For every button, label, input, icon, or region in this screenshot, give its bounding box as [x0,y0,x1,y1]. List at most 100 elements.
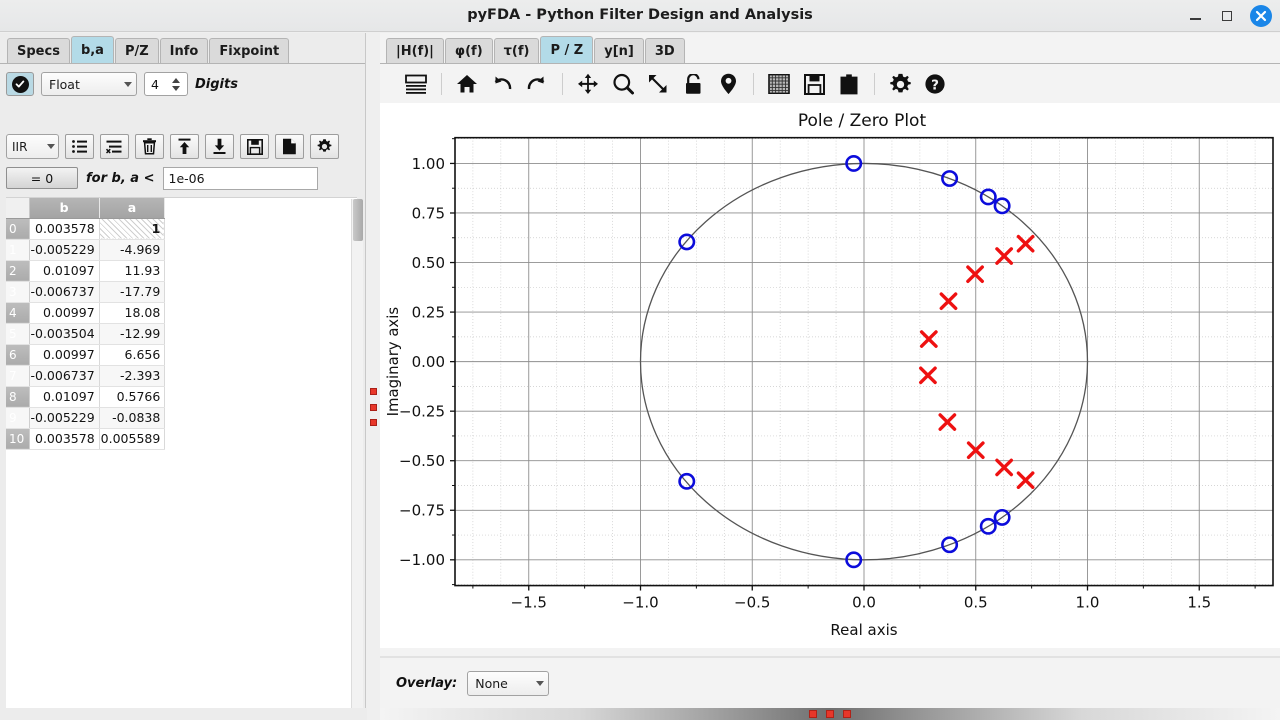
cell-b[interactable]: 0.003578 [29,428,100,450]
cell-a[interactable]: 0.5766 [99,386,166,408]
cell-b[interactable]: 0.003578 [29,218,100,240]
cell-b[interactable]: 0.00997 [29,344,100,366]
cell-a[interactable]: -0.0838 [99,407,166,429]
copy-file-button[interactable] [275,134,304,159]
tab-specs[interactable]: Specs [7,38,70,63]
cell-a[interactable]: -2.393 [99,365,166,387]
row-index: 7 [6,365,30,387]
cell-a[interactable]: -12.99 [99,323,166,345]
cell-b[interactable]: 0.00997 [29,302,100,324]
table-row[interactable]: 7 -0.006737 -2.393 [6,365,166,387]
table-row[interactable]: 6 0.00997 6.656 [6,344,166,366]
tab-ba[interactable]: b,a [70,36,114,63]
tab-info[interactable]: Info [159,38,209,63]
cell-a[interactable]: 1 [99,218,166,240]
save-to-button[interactable] [205,134,234,159]
right-panel: |H(f)| φ(f) τ(f) P / Z y[n] 3D ? Pole / … [380,33,1280,708]
toolbar-separator [874,73,875,95]
table-row[interactable]: 10 0.003578 0.005589 [6,428,166,450]
tab-group-delay-label: τ(f) [503,43,530,59]
pan-button[interactable] [574,69,602,99]
table-scrollbar[interactable] [351,199,363,714]
zoom-button[interactable] [609,69,637,99]
table-scrollbar-thumb[interactable] [353,199,363,241]
filter-type-select[interactable]: IIR [6,134,59,159]
vertical-splitter-grip[interactable] [370,388,377,426]
tab-impulse[interactable]: y[n] [594,38,644,63]
cell-b[interactable]: -0.006737 [29,365,100,387]
cell-a[interactable]: -4.969 [99,239,166,261]
table-row[interactable]: 4 0.00997 18.08 [6,302,166,324]
digits-stepper[interactable]: 4 [144,72,188,96]
clear-table-button[interactable] [135,134,164,159]
cell-b[interactable]: -0.003504 [29,323,100,345]
zero-threshold-value: 1e-06 [168,170,205,186]
table-row[interactable]: 5 -0.003504 -12.99 [6,323,166,345]
home-button[interactable] [453,69,481,99]
lock-icon [685,73,700,94]
tab-group-delay[interactable]: τ(f) [493,38,540,63]
pole-zero-plot[interactable]: Pole / Zero Plot −1.5 −1.0 −0.5 0.0 0.5 1.0 1.… [380,103,1280,648]
table-row[interactable]: 9 -0.005229 -0.0838 [6,407,166,429]
zoom-to-rect-button[interactable] [644,69,672,99]
tab-phase[interactable]: φ(f) [444,38,493,63]
digits-label: Digits [195,76,238,92]
table-row[interactable]: 3 -0.006737 -17.79 [6,281,166,303]
cell-a[interactable]: 11.93 [99,260,166,282]
table-row[interactable]: 8 0.01097 0.5766 [6,386,166,408]
number-format-select[interactable]: Float [41,72,137,96]
set-zero-button[interactable]: = 0 [6,167,78,189]
minimize-button[interactable] [1186,7,1204,25]
zero-threshold-input[interactable]: 1e-06 [162,166,318,190]
cell-a[interactable]: -17.79 [99,281,166,303]
marker-button[interactable] [714,69,742,99]
table-row[interactable]: 1 -0.005229 -4.969 [6,239,166,261]
cell-a[interactable]: 18.08 [99,302,166,324]
save-figure-button[interactable] [800,69,828,99]
load-from-button[interactable] [170,134,199,159]
cell-b[interactable]: -0.005229 [29,239,100,261]
enable-toggle-button[interactable] [6,72,34,96]
tab-fixpoint[interactable]: Fixpoint [209,38,290,63]
forward-button[interactable] [523,69,551,99]
help-button[interactable]: ? [921,69,949,99]
delete-row-button[interactable] [100,134,129,159]
grid-toggle-button[interactable] [765,69,793,99]
tab-pz[interactable]: P/Z [114,38,159,63]
save-file-button[interactable] [240,134,269,159]
tab-3d[interactable]: 3D [644,38,685,63]
x-tick-label: 0.0 [852,593,876,611]
tab-pole-zero[interactable]: P / Z [540,36,594,63]
cell-b[interactable]: 0.01097 [29,386,100,408]
close-button[interactable] [1250,5,1272,27]
digits-value: 4 [151,76,159,92]
add-row-button[interactable] [65,134,94,159]
cell-b[interactable]: 0.01097 [29,260,100,282]
column-header-b[interactable]: b [29,198,100,219]
maximize-button[interactable] [1218,7,1236,25]
cell-a[interactable]: 0.005589 [99,428,166,450]
plot-settings-button[interactable] [886,69,914,99]
table-row[interactable]: 2 0.01097 11.93 [6,260,166,282]
copy-to-clipboard-button[interactable] [835,69,863,99]
row-index: 9 [6,407,30,429]
cell-b[interactable]: -0.005229 [29,407,100,429]
table-row[interactable]: 0 0.003578 1 [6,218,166,240]
toggle-layout-button[interactable] [402,69,430,99]
pan-move-icon [578,73,598,94]
overlay-select[interactable]: None [467,670,550,696]
column-header-a[interactable]: a [99,198,166,219]
column-header-index[interactable] [6,198,30,219]
horizontal-splitter-grip[interactable] [809,710,851,718]
coefficients-table[interactable]: b a 0 0.003578 1 1 -0.005229 -4.969 2 0.… [6,198,166,450]
vertical-splitter[interactable] [367,33,380,720]
lock-axes-button[interactable] [679,69,707,99]
table-settings-button[interactable] [310,134,339,159]
plot-canvas[interactable]: Pole / Zero Plot −1.5 −1.0 −0.5 0.0 0.5 1.0 1.… [380,103,1280,648]
cell-a[interactable]: 6.656 [99,344,166,366]
back-button[interactable] [488,69,516,99]
cell-b[interactable]: -0.006737 [29,281,100,303]
horizontal-splitter[interactable] [380,708,1280,720]
digits-arrows[interactable] [172,74,184,94]
tab-magnitude[interactable]: |H(f)| [386,38,444,63]
